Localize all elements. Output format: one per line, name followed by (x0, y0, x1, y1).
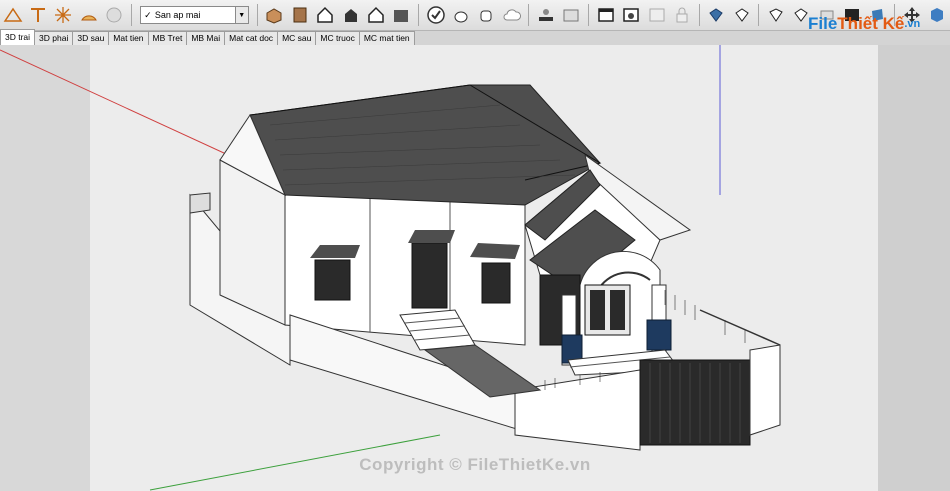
tab-3d-trai[interactable]: 3D trai (0, 29, 36, 45)
logo-text-vn: .vn (904, 18, 921, 30)
toolbar-separator (130, 4, 132, 26)
cube-blue-icon[interactable] (927, 4, 948, 26)
site-logo: File Thiết Kế .vn (808, 10, 920, 38)
back-view-icon[interactable] (365, 4, 386, 26)
tab-mc-mat-tien[interactable]: MC mat tien (358, 31, 415, 45)
teapot-icon[interactable] (450, 4, 471, 26)
axes-icon[interactable] (27, 4, 48, 26)
toolbar-separator (528, 4, 530, 26)
iso-view-icon[interactable] (264, 4, 285, 26)
lock-icon[interactable] (671, 4, 692, 26)
house-model (0, 45, 781, 491)
layer-dropdown[interactable]: ✓ San ap mai ▼ (139, 6, 249, 24)
cloud-icon[interactable] (501, 4, 522, 26)
window (411, 242, 448, 309)
layer-dropdown-value: San ap mai (154, 10, 201, 20)
logo-text-file: File (808, 14, 838, 33)
shaded-icon[interactable] (706, 4, 727, 26)
validate-icon[interactable] (425, 4, 446, 26)
fence-wall (514, 369, 641, 451)
section-plane-icon[interactable] (53, 4, 74, 26)
logo-text-thietke: Thiết Kế (837, 14, 905, 33)
main-gate (639, 359, 751, 446)
red-axis (0, 49, 251, 166)
window (314, 259, 351, 301)
shadow-icon[interactable] (535, 4, 556, 26)
dimension-icon[interactable] (78, 4, 99, 26)
monochrome-icon[interactable] (731, 4, 752, 26)
toolbar-separator (698, 4, 700, 26)
fog-icon[interactable] (561, 4, 582, 26)
chevron-down-icon[interactable]: ▼ (234, 7, 248, 23)
scene-tabs: 3D trai 3D phai 3D sau Mat tien MB Tret … (0, 29, 415, 45)
tab-mb-tret[interactable]: MB Tret (147, 31, 188, 45)
model-viewport[interactable]: Copyright © FileThietKe.vn (0, 45, 950, 491)
toolbar-separator (758, 4, 760, 26)
toolbar-separator (256, 4, 258, 26)
cube-icon[interactable] (104, 4, 125, 26)
xray-icon[interactable] (595, 4, 616, 26)
front-view-icon[interactable] (314, 4, 335, 26)
hidden-line-icon[interactable] (646, 4, 667, 26)
textured-icon[interactable] (765, 4, 786, 26)
right-view-icon[interactable] (340, 4, 361, 26)
tab-3d-sau[interactable]: 3D sau (72, 31, 110, 45)
tab-3d-phai[interactable]: 3D phai (34, 31, 74, 45)
protractor-icon[interactable] (2, 4, 23, 26)
hand-icon[interactable] (476, 4, 497, 26)
toolbar-separator (588, 4, 590, 26)
tab-mc-truoc[interactable]: MC truoc (315, 31, 360, 45)
toolbar-separator (417, 4, 419, 26)
window (481, 262, 511, 304)
tab-mc-sau[interactable]: MC sau (277, 31, 317, 45)
wireframe-icon[interactable] (620, 4, 641, 26)
tab-mat-cat-doc[interactable]: Mat cat doc (224, 31, 279, 45)
top-view-icon[interactable] (289, 4, 310, 26)
watermark: Copyright © FileThietKe.vn (359, 455, 591, 474)
column-base (646, 319, 672, 351)
checkmark-icon: ✓ (144, 9, 152, 20)
left-view-icon[interactable] (391, 4, 412, 26)
main-roof (249, 84, 601, 206)
tab-mat-tien[interactable]: Mat tien (108, 31, 149, 45)
tab-mb-mai[interactable]: MB Mai (186, 31, 226, 45)
